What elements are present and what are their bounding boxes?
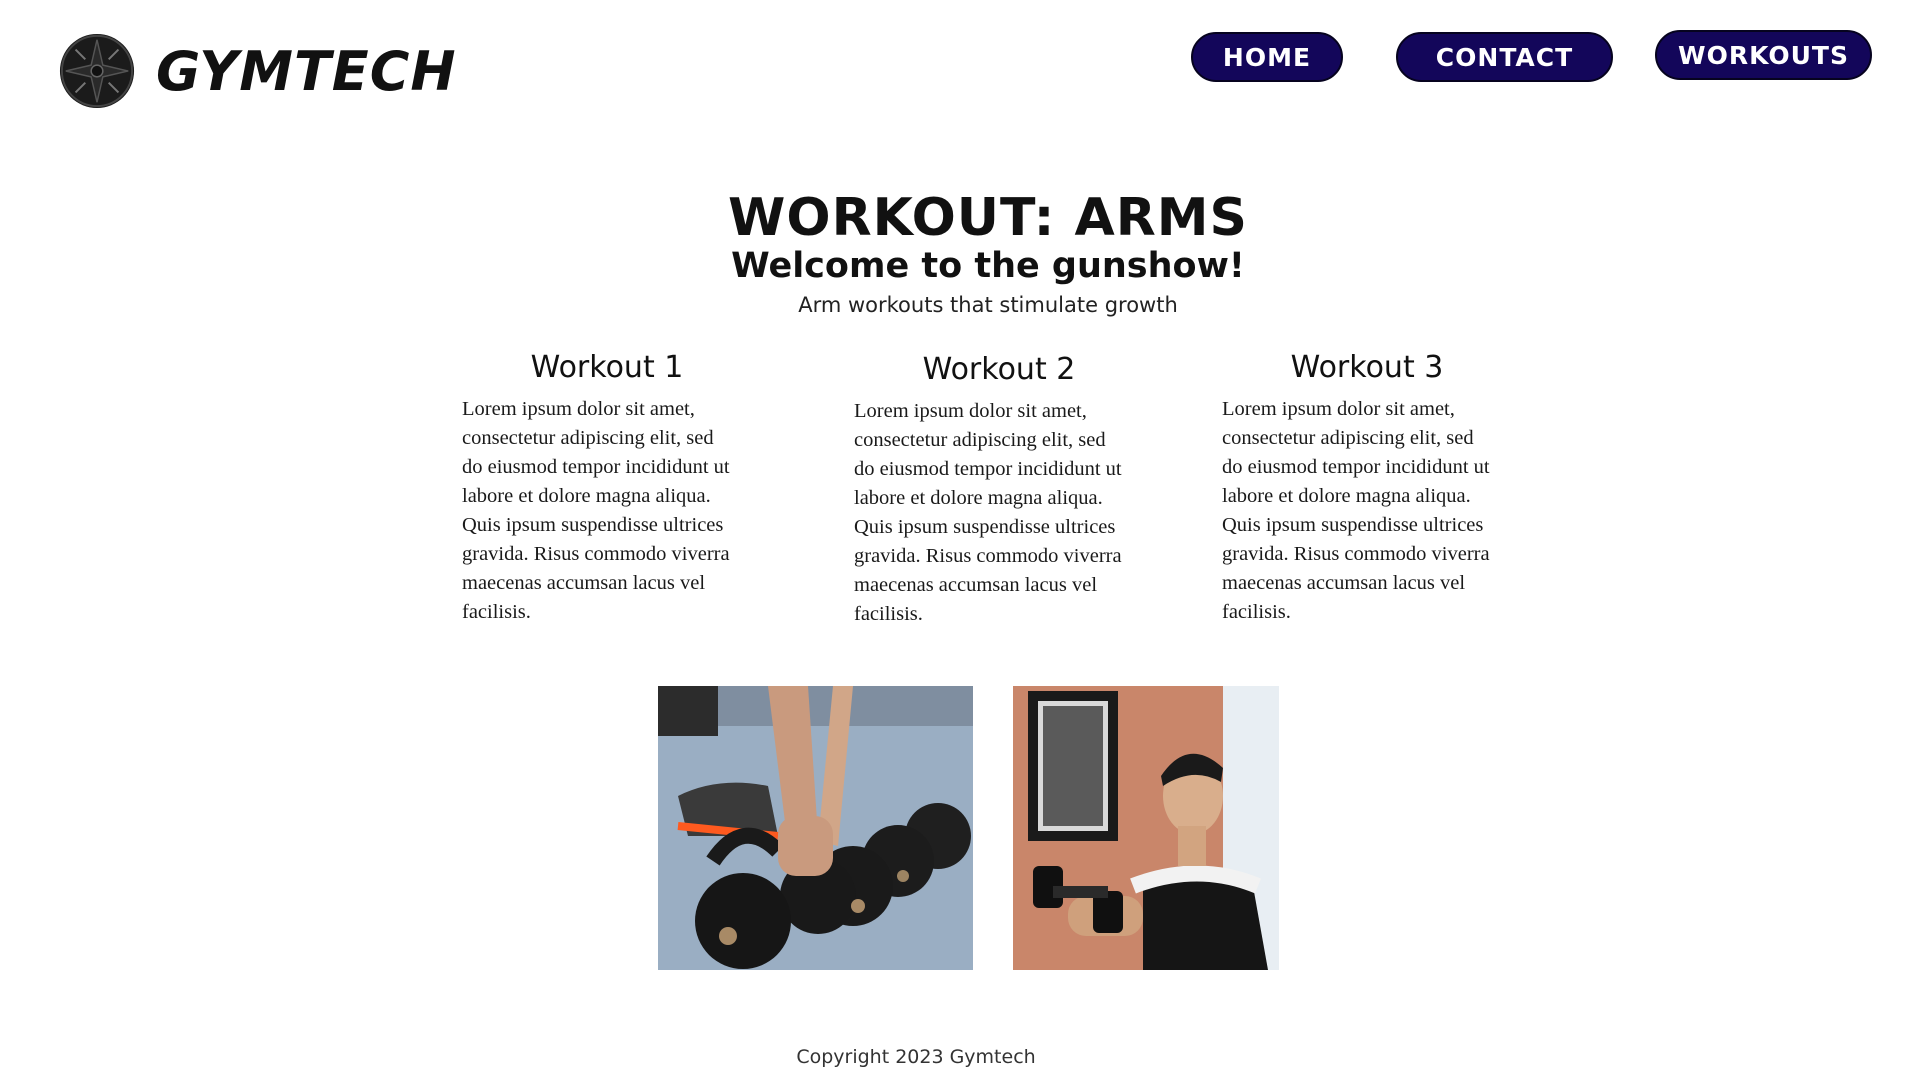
workout-description: Lorem ipsum dolor sit amet, consectetur … (854, 400, 1122, 625)
workout-card-2: Workout 2 Lorem ipsum dolor sit amet, co… (854, 352, 1144, 629)
nav-contact-button[interactable]: CONTACT (1396, 32, 1613, 82)
workout-heading: Workout 1 (530, 350, 684, 385)
nav-home-button[interactable]: HOME (1191, 32, 1343, 82)
workout-heading: Workout 2 (922, 352, 1076, 387)
brand-logo[interactable]: GYMTECH (58, 32, 457, 110)
workout-description: Lorem ipsum dolor sit amet, consectetur … (462, 398, 730, 623)
page-tagline: Arm workouts that stimulate growth (798, 293, 1178, 317)
dumbbell-plate-icon (59, 33, 135, 109)
kettlebell-photo (658, 686, 973, 970)
nav-workouts-button[interactable]: WORKOUTS (1655, 30, 1872, 80)
page-subtitle: Welcome to the gunshow! (731, 246, 1245, 286)
brand-name: GYMTECH (156, 39, 457, 103)
dumbbell-curl-photo (1013, 686, 1279, 970)
workout-card-3: Workout 3 Lorem ipsum dolor sit amet, co… (1222, 350, 1512, 627)
workout-card-1: Workout 1 Lorem ipsum dolor sit amet, co… (462, 350, 752, 627)
copyright-footer: Copyright 2023 Gymtech (796, 1046, 1036, 1068)
page-title: WORKOUT: ARMS (728, 188, 1248, 248)
workout-heading: Workout 3 (1290, 350, 1444, 385)
workout-description: Lorem ipsum dolor sit amet, consectetur … (1222, 398, 1490, 623)
